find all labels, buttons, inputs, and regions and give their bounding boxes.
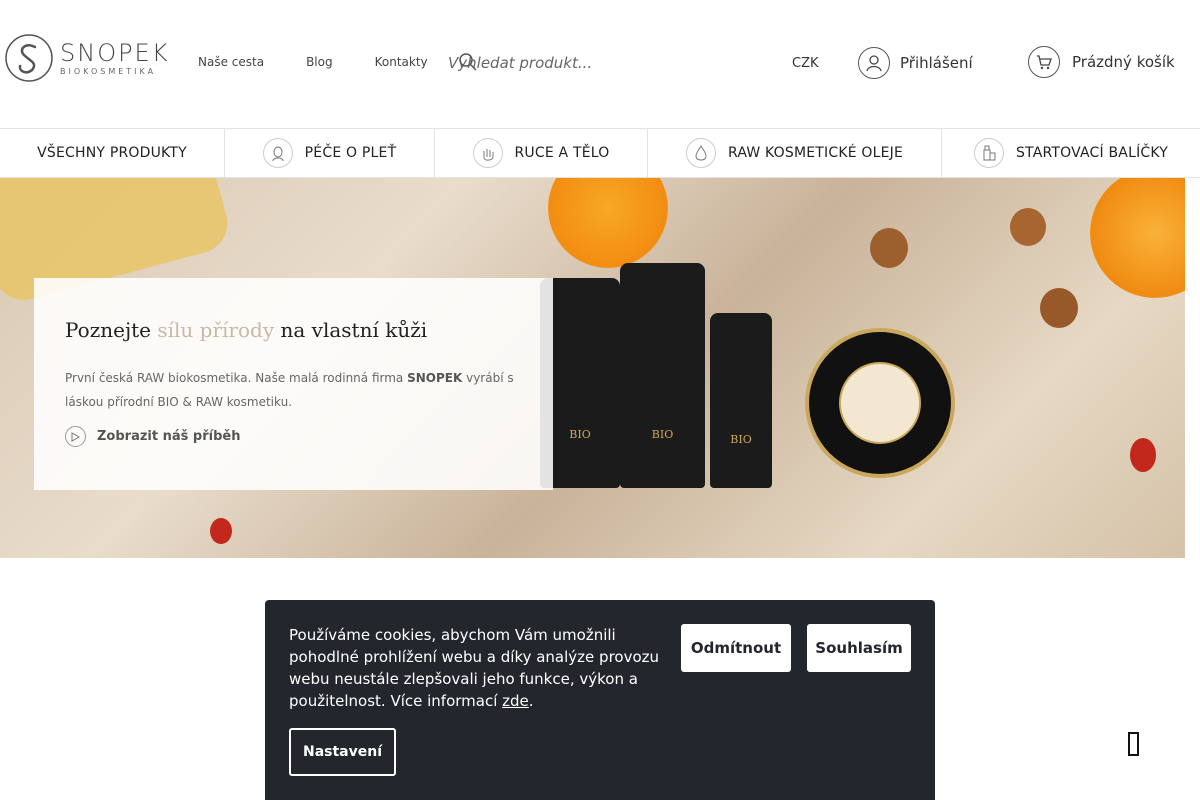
show-story-link[interactable]: Zobrazit náš příběh [65,426,522,447]
category-nav: VŠECHNY PRODUKTY PÉČE O PLEŤ RUCE A TĚLO… [0,128,1200,178]
rosehip-decoration [210,518,232,544]
nut-decoration [1040,288,1078,328]
user-icon [858,47,890,79]
face-icon [262,138,293,168]
bottle-label: BIO [730,433,752,446]
bottle-label: BIO [651,428,674,441]
accept-cookies-button[interactable]: Souhlasím [807,624,911,672]
hero-card: Poznejte sílu přírody na vlastní kůži Pr… [34,278,553,490]
package-icon [973,138,1004,168]
hero-description: První česká RAW biokosmetika. Naše malá … [65,371,514,409]
orange-slice-decoration [1090,178,1185,298]
search-icon[interactable] [458,52,478,72]
header: SNOPEK BIOKOSMETIKA Naše cesta Blog Kont… [0,0,1200,128]
cart-label: Prázdný košík [1072,53,1175,71]
search-input[interactable] [448,48,708,78]
hero-title: Poznejte sílu přírody na vlastní kůži [65,318,428,342]
reject-cookies-button[interactable]: Odmítnout [681,624,791,672]
category-raw-oils[interactable]: RAW KOSMETICKÉ OLEJE [648,129,942,177]
nav-link-blog[interactable]: Blog [306,55,333,69]
tin-label [839,362,921,444]
logo-subtitle: BIOKOSMETIKA [60,66,157,76]
hero-title-accent: sílu přírody [157,318,275,342]
drop-icon [685,138,716,168]
logo-name: SNOPEK [60,38,170,67]
brand-mention: SNOPEK [407,371,463,385]
cookie-banner: Používáme cookies, abychom Vám umožnili … [265,600,935,800]
category-label: VŠECHNY PRODUKTY [37,145,187,161]
nav-link-nase-cesta[interactable]: Naše cesta [198,55,264,69]
nut-decoration [1010,208,1046,246]
logo[interactable]: SNOPEK BIOKOSMETIKA [4,33,169,83]
category-skin-care[interactable]: PÉČE O PLEŤ [225,129,435,177]
category-all-products[interactable]: VŠECHNY PRODUKTY [0,129,225,177]
currency-selector[interactable]: CZK [792,56,819,71]
cookie-settings-button[interactable]: Nastavení [289,728,396,776]
login-label: Přihlášení [900,54,973,72]
category-label: STARTOVACÍ BALÍČKY [1015,145,1169,161]
orange-slice-decoration [548,178,668,268]
nav-link-kontakty[interactable]: Kontakty [375,55,428,69]
search-box [448,48,708,78]
cart-icon [1028,46,1060,78]
hero-banner: BIO BIO BIO Poznejte sílu přírody na vla… [0,178,1185,558]
nut-decoration [870,228,908,268]
cart-button[interactable]: Prázdný košík [1028,46,1175,78]
rosehip-decoration [1130,438,1156,472]
product-bottle: BIO [620,263,705,488]
product-tin [805,328,955,478]
hand-icon [472,138,503,168]
cookie-message: Používáme cookies, abychom Vám umožnili … [289,626,660,710]
top-nav: Naše cesta Blog Kontakty [198,55,470,69]
show-story-label: Zobrazit náš příběh [97,429,241,444]
play-icon [65,426,86,447]
category-label: PÉČE O PLEŤ [304,145,397,161]
scroll-to-top-icon[interactable] [1128,732,1139,756]
category-hands-body[interactable]: RUCE A TĚLO [435,129,648,177]
category-starter-packs[interactable]: STARTOVACÍ BALÍČKY [942,129,1200,177]
product-bottle: BIO [710,313,772,488]
cookie-more-info-link[interactable]: zde [502,692,529,710]
category-label: RAW KOSMETICKÉ OLEJE [727,145,904,161]
category-label: RUCE A TĚLO [514,145,610,161]
login-button[interactable]: Přihlášení [858,47,973,79]
logo-mark-icon [5,34,53,82]
